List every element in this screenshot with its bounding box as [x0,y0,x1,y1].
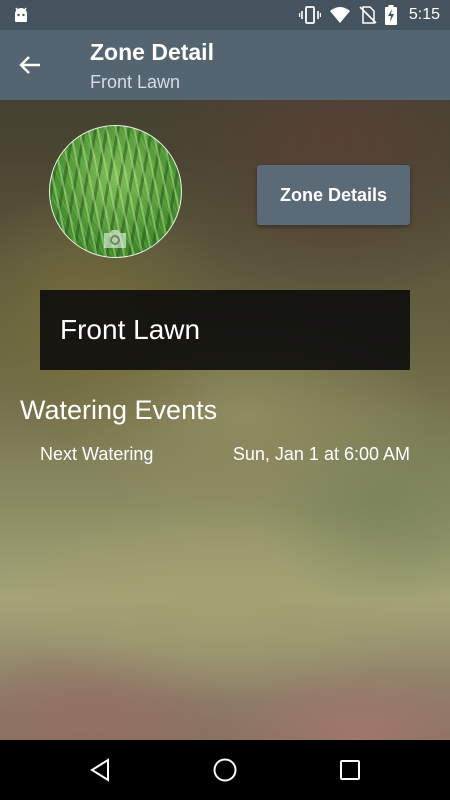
event-value: Sun, Jan 1 at 6:00 AM [232,444,410,464]
zone-detail-screen: 5:15 Zone Detail Front Lawn Zone Details… [0,0,450,800]
zone-name-panel: Front Lawn [40,290,410,370]
watering-events-title: Watering Events [20,395,218,425]
event-label: Next Watering [40,444,154,464]
nav-recents-button[interactable] [335,755,365,785]
wifi-icon [329,7,350,23]
watering-event-row: Next Watering Sun, Jan 1 at 6:00 AM [40,444,410,468]
status-icons: 5:15 [298,5,440,25]
status-bar: 5:15 [0,0,450,30]
back-triangle-icon [90,758,109,782]
camera-icon [104,230,126,248]
arrow-left-icon [19,56,40,74]
android-icon [15,7,27,22]
page-title: Zone Detail [90,39,214,65]
status-time: 5:15 [408,6,440,23]
zone-details-button[interactable]: Zone Details [257,165,410,225]
back-button[interactable] [16,51,44,79]
zone-name: Front Lawn [60,314,201,345]
system-nav-bar [0,740,450,800]
zone-photo[interactable] [49,125,182,258]
battery-charging-icon [384,5,397,25]
home-circle-icon [213,758,237,782]
nav-home-button[interactable] [210,755,240,785]
vibrate-icon [298,6,321,24]
no-sim-icon [359,6,377,24]
page-subtitle: Front Lawn [90,72,181,92]
app-bar: Zone Detail Front Lawn [0,30,450,100]
nav-back-button[interactable] [85,755,115,785]
recents-square-icon [340,760,360,780]
